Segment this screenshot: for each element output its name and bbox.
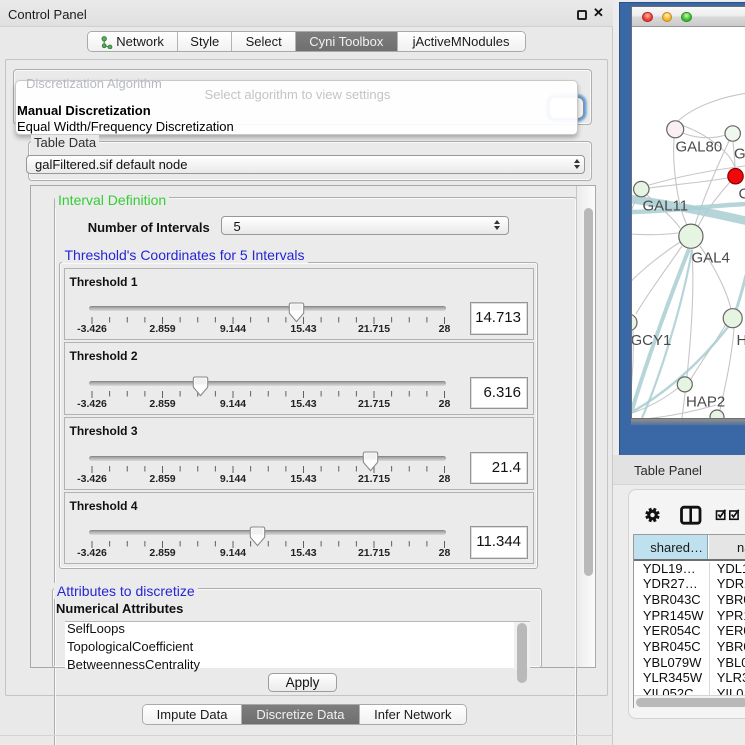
- svg-text:GA: GA: [734, 146, 745, 163]
- svg-text:HAP2: HAP2: [686, 394, 725, 411]
- svg-text:CY: CY: [739, 186, 745, 203]
- svg-text:GAL4: GAL4: [692, 250, 730, 267]
- svg-text:GAL11: GAL11: [643, 198, 689, 215]
- svg-text:HI: HI: [737, 332, 745, 349]
- svg-text:GCY1: GCY1: [632, 332, 671, 349]
- svg-text:GAL80: GAL80: [676, 139, 723, 156]
